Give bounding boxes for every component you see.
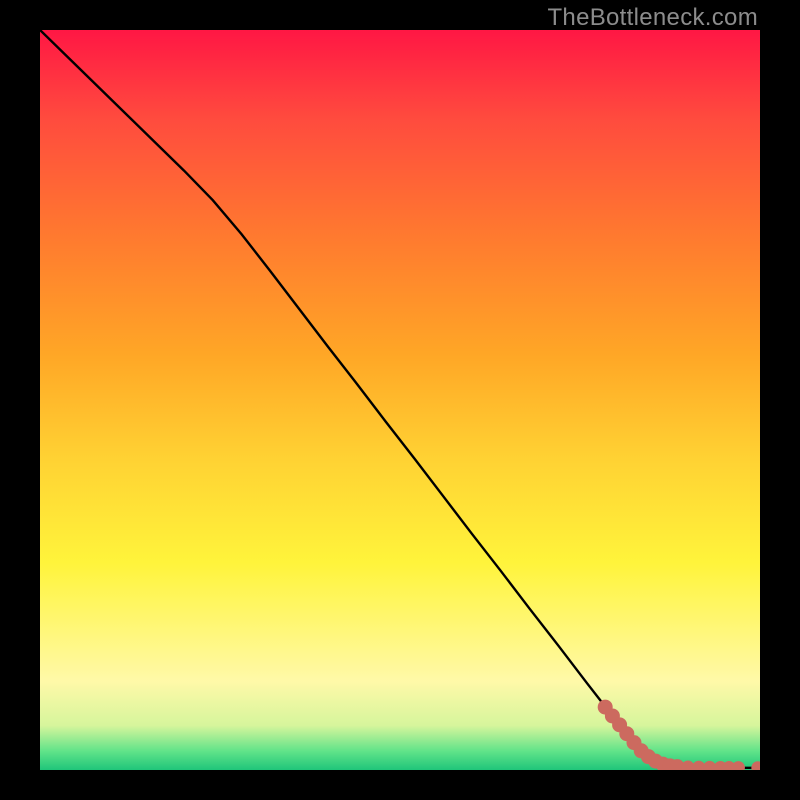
watermark-text: TheBottleneck.com <box>547 4 758 32</box>
gradient-background <box>40 30 760 770</box>
chart-plot <box>40 30 760 770</box>
chart-frame: TheBottleneck.com <box>0 0 800 800</box>
